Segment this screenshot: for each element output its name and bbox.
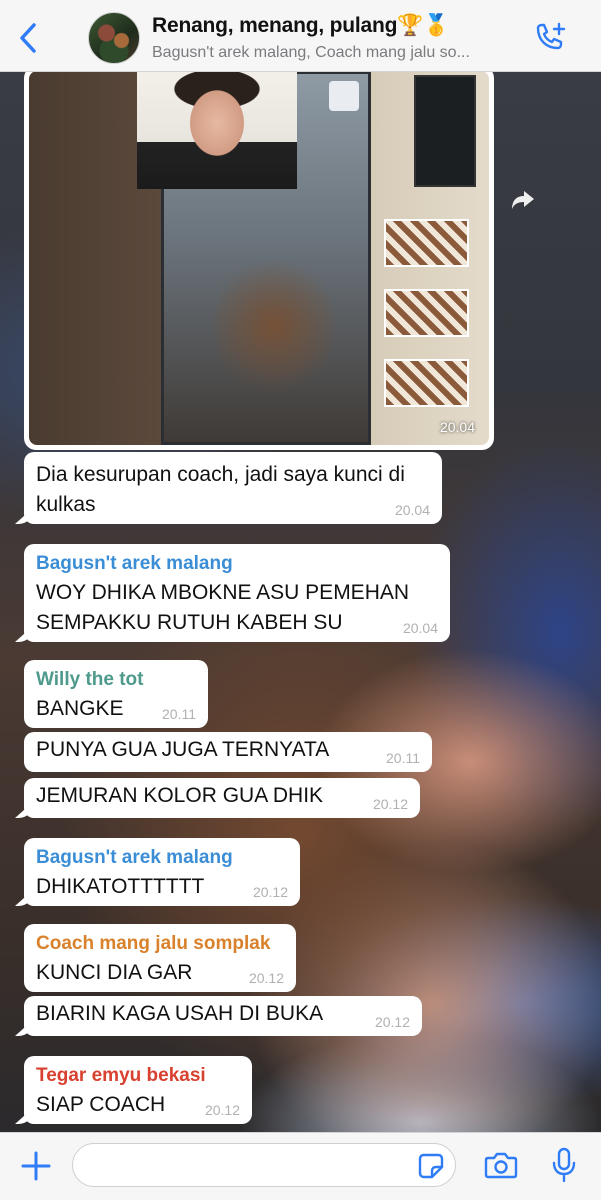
photo-figure (214, 251, 334, 401)
sender-name[interactable]: Coach mang jalu somplak (36, 932, 284, 956)
photo-shelf (384, 359, 469, 407)
message-text: KUNCI DIA GAR (36, 961, 193, 984)
photo-shelf (384, 219, 469, 267)
sender-name[interactable]: Bagusn't arek malang (36, 846, 288, 870)
message-timestamp: 20.11 (162, 706, 196, 722)
sticker-button[interactable] (418, 1153, 444, 1179)
photo-inset-face (137, 71, 297, 189)
group-avatar[interactable] (88, 12, 140, 64)
message-timestamp: 20.12 (248, 970, 284, 986)
message-bubble[interactable]: Tegar emyu bekasi SIAP COACH 20.12 (24, 1056, 252, 1124)
sender-name[interactable]: Willy the tot (36, 668, 196, 692)
add-call-icon (536, 22, 566, 50)
forward-button[interactable] (510, 189, 536, 211)
message-bubble[interactable]: Coach mang jalu somplak KUNCI DIA GAR 20… (24, 924, 296, 992)
add-call-button[interactable] (532, 22, 568, 54)
chevron-left-icon (20, 23, 36, 53)
image-timestamp: 20.04 (439, 419, 475, 435)
photo-sign (329, 81, 359, 111)
message-bubble[interactable]: PUNYA GUA JUGA TERNYATA 20.11 (24, 732, 432, 772)
group-members-subtitle[interactable]: Bagusn't arek malang, Coach mang jalu so… (152, 44, 518, 62)
message-timestamp: 20.04 (394, 502, 430, 518)
message-input[interactable] (72, 1143, 456, 1187)
forward-icon (512, 191, 534, 209)
photo-shelf (384, 289, 469, 337)
microphone-icon (552, 1147, 576, 1183)
sticker-icon (418, 1153, 444, 1179)
message-text: DHIKATOTTTTTT (36, 875, 205, 898)
group-title[interactable]: Renang, menang, pulang🏆🥇 (152, 14, 449, 38)
plus-icon (21, 1151, 51, 1181)
camera-icon (484, 1152, 518, 1179)
camera-button[interactable] (484, 1150, 518, 1180)
message-timestamp: 20.11 (386, 750, 420, 766)
message-text: PUNYA GUA JUGA TERNYATA (36, 738, 330, 761)
message-text: JEMURAN KOLOR GUA DHIK (36, 784, 324, 807)
microphone-button[interactable] (552, 1147, 576, 1183)
message-text: WOY DHIKA MBOKNE ASU PEMEHAN SEMPAKKU RU… (36, 581, 410, 634)
message-bubble[interactable]: JEMURAN KOLOR GUA DHIK 20.12 (24, 778, 420, 818)
message-text: BIARIN KAGA USAH DI BUKA (36, 1002, 324, 1025)
message-bubble[interactable]: Willy the tot BANGKE 20.11 (24, 660, 208, 728)
sender-name[interactable]: Bagusn't arek malang (36, 552, 438, 576)
message-bubble[interactable]: BIARIN KAGA USAH DI BUKA 20.12 (24, 996, 422, 1036)
message-bubble[interactable]: Dia kesurupan coach, jadi saya kunci di … (24, 452, 442, 524)
sender-name[interactable]: Tegar emyu bekasi (36, 1064, 240, 1088)
message-timestamp: 20.12 (372, 796, 408, 812)
chat-header: Renang, menang, pulang🏆🥇 Bagusn't arek m… (0, 0, 601, 72)
message-bubble[interactable]: Bagusn't arek malang DHIKATOTTTTTT 20.12 (24, 838, 300, 906)
message-timestamp: 20.12 (252, 884, 288, 900)
attach-button[interactable] (20, 1150, 52, 1182)
message-bubble[interactable]: Bagusn't arek malang WOY DHIKA MBOKNE AS… (24, 544, 450, 642)
message-timestamp: 20.04 (402, 620, 438, 636)
back-button[interactable] (14, 20, 46, 56)
message-text: Dia kesurupan coach, jadi saya kunci di … (36, 463, 405, 516)
message-timestamp: 20.12 (374, 1014, 410, 1030)
message-input-bar (0, 1132, 601, 1200)
shared-photo[interactable]: 20.04 (29, 71, 489, 445)
message-timestamp: 20.12 (204, 1102, 240, 1118)
image-message[interactable]: 20.04 (24, 66, 494, 450)
photo-poster (414, 75, 476, 187)
